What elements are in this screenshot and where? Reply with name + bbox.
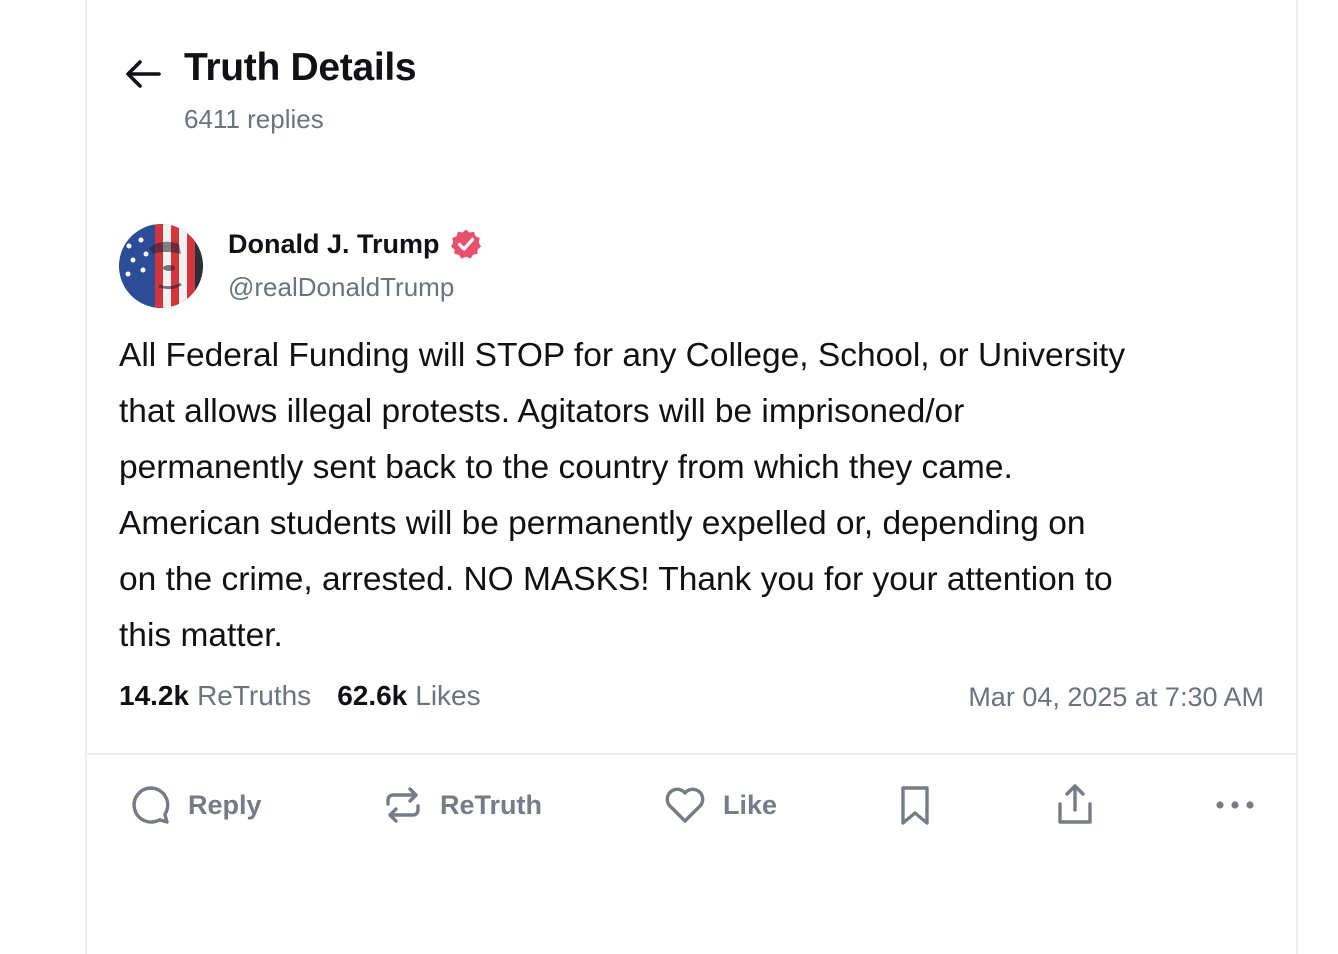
retruth-button[interactable]: ReTruth — [382, 778, 542, 832]
arrow-left-icon — [125, 59, 161, 89]
bookmark-button[interactable] — [895, 778, 935, 832]
back-button[interactable] — [123, 54, 163, 94]
verified-badge-icon — [450, 228, 482, 260]
more-options-button[interactable] — [1214, 778, 1256, 832]
repeat-icon — [382, 784, 424, 826]
heart-icon — [663, 784, 707, 826]
post-timestamp: Mar 04, 2025 at 7:30 AM — [968, 682, 1264, 712]
reply-label: Reply — [188, 789, 262, 820]
post-detail-column: Truth Details 6411 replies Donald J. Tru… — [85, 0, 1298, 954]
more-icon — [1214, 784, 1256, 826]
avatar[interactable] — [119, 224, 203, 308]
retruths-count: 14.2k — [119, 680, 190, 711]
share-icon — [1054, 782, 1096, 828]
reply-count: 6411 replies — [184, 104, 324, 134]
like-button[interactable]: Like — [663, 778, 777, 832]
page-title: Truth Details — [184, 46, 417, 89]
action-bar: Reply ReTruth Like — [87, 778, 1296, 832]
divider — [87, 753, 1296, 755]
likes-stat[interactable]: 62.6k Likes — [337, 680, 480, 712]
retruths-stat[interactable]: 14.2k ReTruths — [119, 680, 311, 712]
speech-bubble-icon — [130, 784, 172, 826]
like-label: Like — [723, 789, 778, 820]
retruths-label: ReTruths — [197, 680, 312, 711]
share-button[interactable] — [1054, 778, 1096, 832]
reply-button[interactable]: Reply — [130, 778, 262, 832]
author-handle[interactable]: @realDonaldTrump — [228, 272, 454, 303]
post-body-text: All Federal Funding will STOP for any Co… — [119, 337, 1126, 654]
post-author: Donald J. Trump @realDonaldTrump — [119, 224, 719, 310]
retruth-label: ReTruth — [440, 789, 543, 820]
bookmark-icon — [895, 783, 935, 827]
likes-count: 62.6k — [337, 680, 408, 711]
author-name[interactable]: Donald J. Trump — [228, 228, 482, 260]
engagement-stats: 14.2k ReTruths 62.6k Likes — [119, 680, 481, 712]
author-name-text: Donald J. Trump — [228, 228, 440, 259]
likes-label: Likes — [415, 680, 481, 711]
